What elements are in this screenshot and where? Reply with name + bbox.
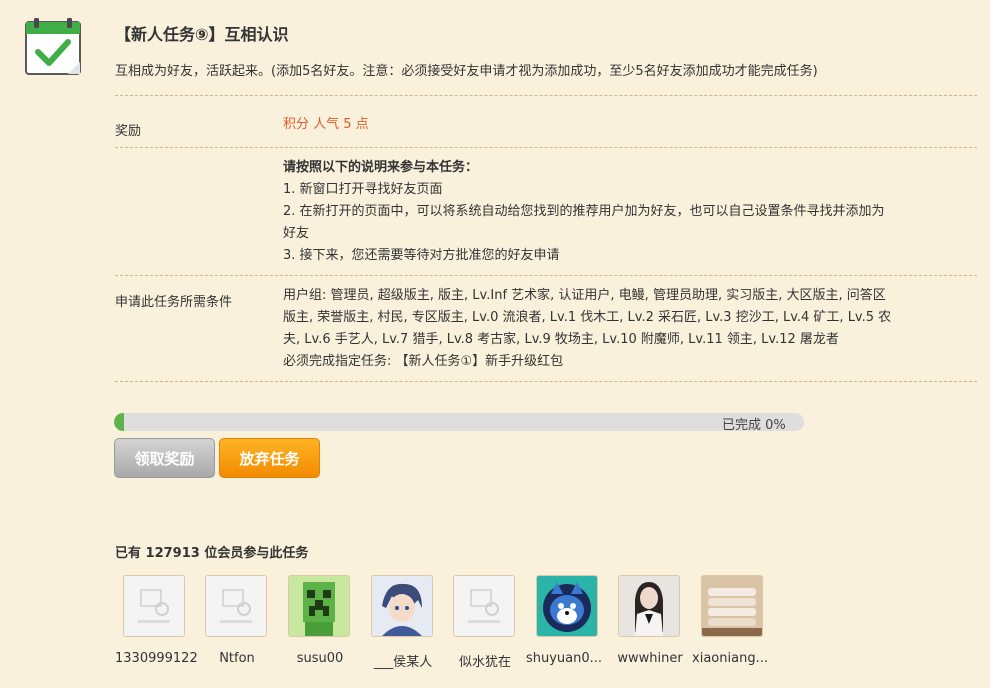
anime-boy-avatar <box>372 576 432 636</box>
wolf-avatar <box>537 576 597 636</box>
girl-photo-avatar <box>619 576 679 636</box>
member-name[interactable]: Ntfon <box>197 651 277 666</box>
instruction-step: 2. 在新打开的页面中，可以将系统自动给您找到的推荐用户加为好友，也可以自己设置… <box>283 204 885 219</box>
food-photo-avatar <box>702 576 762 636</box>
calendar-check-icon <box>24 18 82 76</box>
member-avatar[interactable] <box>536 575 598 637</box>
instruction-step[interactable]: 1. 新窗口打开寻找好友页面 <box>283 179 983 201</box>
conditions-block: 用户组: 管理员, 超级版主, 版主, Lv.Inf 艺术家, 认证用户, 电鳗… <box>283 285 983 373</box>
member-name[interactable]: shuyuan0... <box>524 651 604 666</box>
members-count: 已有 127913 位会员参与此任务 <box>115 546 309 561</box>
condition-line: 夫, Lv.6 手艺人, Lv.7 猎手, Lv.8 考古家, Lv.9 牧场主… <box>283 332 839 347</box>
member-avatar[interactable] <box>123 575 185 637</box>
member-avatar[interactable] <box>205 575 267 637</box>
task-title: 【新人任务⑨】互相认识 <box>115 25 289 44</box>
conditions-label: 申请此任务所需条件 <box>115 295 233 310</box>
instructions-heading: 请按照以下的说明来参与本任务： <box>283 160 479 175</box>
placeholder-image-icon <box>454 576 514 636</box>
placeholder-image-icon <box>124 576 184 636</box>
divider <box>115 275 977 276</box>
progress-text: 已完成 0% <box>722 418 786 433</box>
member-name[interactable]: ___侯某人 <box>363 651 443 670</box>
task-description: 互相成为好友，活跃起来。(添加5名好友。注意：必须接受好友申请才视为添加成功，至… <box>115 64 818 79</box>
reward-label: 奖励 <box>115 124 142 139</box>
member-name[interactable]: wwwhiner <box>610 651 690 666</box>
member-avatar[interactable] <box>371 575 433 637</box>
abandon-task-button[interactable]: 放弃任务 <box>219 438 320 478</box>
member-name[interactable]: susu00 <box>280 651 360 666</box>
divider <box>115 147 977 148</box>
placeholder-image-icon <box>206 576 266 636</box>
member-name[interactable]: 似水犹在 <box>445 651 525 670</box>
instruction-step: 3. 接下来，您还需要等待对方批准您的好友申请 <box>283 248 560 263</box>
condition-line: 版主, 荣誉版主, 村民, 专区版主, Lv.0 流浪者, Lv.1 伐木工, … <box>283 310 892 325</box>
condition-line: 必须完成指定任务: 【新人任务①】新手升级红包 <box>283 354 564 369</box>
instruction-step: 好友 <box>283 226 310 241</box>
condition-line: 用户组: 管理员, 超级版主, 版主, Lv.Inf 艺术家, 认证用户, 电鳗… <box>283 288 886 303</box>
divider <box>115 95 977 96</box>
reward-value: 积分 人气 5 点 <box>283 117 369 132</box>
divider <box>115 381 977 382</box>
member-avatar[interactable] <box>288 575 350 637</box>
member-avatar[interactable] <box>701 575 763 637</box>
member-name[interactable]: 1330999122 <box>115 651 198 666</box>
progress-bar <box>114 413 804 431</box>
instructions-block: 请按照以下的说明来参与本任务： 1. 新窗口打开寻找好友页面 2. 在新打开的页… <box>283 157 983 267</box>
member-avatar[interactable] <box>618 575 680 637</box>
progress-fill <box>114 413 124 431</box>
member-avatar[interactable] <box>453 575 515 637</box>
member-name[interactable]: xiaoniang... <box>690 651 770 666</box>
creeper-avatar <box>289 576 349 636</box>
claim-reward-button[interactable]: 领取奖励 <box>114 438 215 478</box>
